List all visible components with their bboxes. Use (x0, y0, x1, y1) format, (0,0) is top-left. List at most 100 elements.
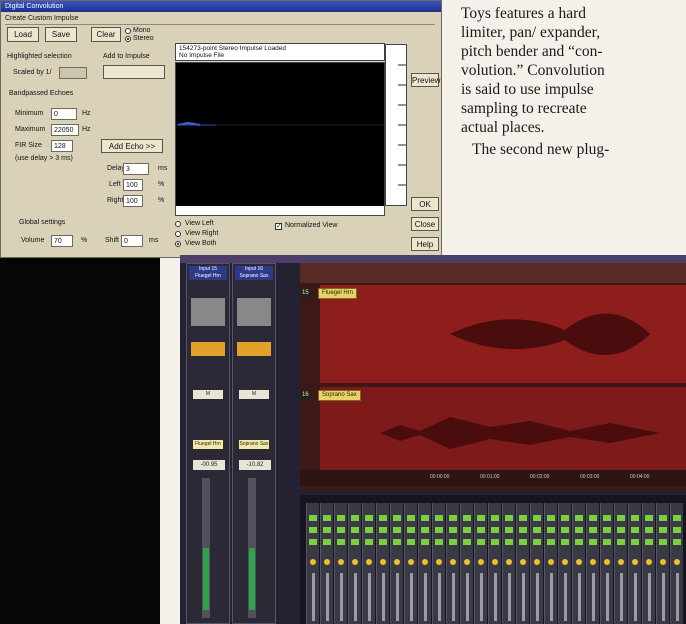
channel-fader[interactable] (564, 573, 567, 621)
mixer-channel[interactable] (502, 503, 515, 624)
channel-fader[interactable] (494, 573, 497, 621)
volume-field[interactable]: 70 (51, 235, 73, 247)
pan-knob-icon[interactable] (191, 298, 225, 326)
delay-field[interactable]: 3 (123, 163, 149, 175)
mixer-channel[interactable] (656, 503, 669, 624)
mixer-channel[interactable] (558, 503, 571, 624)
mixer-channel[interactable] (642, 503, 655, 624)
mixer-channel[interactable] (460, 503, 473, 624)
minimum-field[interactable]: 0 (51, 108, 77, 120)
mixer-channel[interactable] (390, 503, 403, 624)
mixer-channel[interactable] (488, 503, 501, 624)
mixer-channel[interactable] (530, 503, 543, 624)
mixer-channel[interactable] (432, 503, 445, 624)
insert-slot[interactable]: Fluegel Hrn (193, 440, 223, 449)
normalized-view-checkbox[interactable]: ✓ (275, 223, 282, 230)
stereo-radio[interactable] (125, 36, 131, 42)
channel-fader[interactable] (648, 573, 651, 621)
channel-fader[interactable] (202, 478, 210, 618)
mixer-channel[interactable] (586, 503, 599, 624)
pan-knob-icon[interactable] (520, 559, 526, 565)
channel-fader[interactable] (312, 573, 315, 621)
help-button[interactable]: Help (411, 237, 439, 251)
channel-fader[interactable] (248, 478, 256, 618)
pan-knob-icon[interactable] (310, 559, 316, 565)
channel-fader[interactable] (466, 573, 469, 621)
add-selection-button[interactable] (103, 65, 165, 79)
pan-knob-icon[interactable] (590, 559, 596, 565)
mixer-channel[interactable] (572, 503, 585, 624)
channel-fader[interactable] (662, 573, 665, 621)
mixer-channel[interactable] (362, 503, 375, 624)
add-echo-button[interactable]: Add Echo >> (101, 139, 163, 153)
mixer-channel[interactable] (404, 503, 417, 624)
pan-knob-icon[interactable] (492, 559, 498, 565)
channel-fader[interactable] (396, 573, 399, 621)
track-16-label[interactable]: Soprano Sax (318, 390, 361, 401)
channel-fader[interactable] (326, 573, 329, 621)
channel-fader[interactable] (508, 573, 511, 621)
left-field[interactable]: 100 (123, 179, 143, 191)
channel-fader[interactable] (438, 573, 441, 621)
insert-slot[interactable]: Soprano Sax (239, 440, 269, 449)
mono-radio[interactable] (125, 28, 131, 34)
track-15-label[interactable]: Fluegel Hrn (318, 288, 358, 299)
channel-fader[interactable] (620, 573, 623, 621)
pan-knob-icon[interactable] (324, 559, 330, 565)
mixer-channel[interactable] (628, 503, 641, 624)
scaled-by-field[interactable] (59, 67, 87, 79)
load-button[interactable]: Load (7, 27, 39, 42)
channel-fader[interactable] (340, 573, 343, 621)
channel-fader[interactable] (536, 573, 539, 621)
pan-knob-icon[interactable] (450, 559, 456, 565)
impulse-waveform-display[interactable] (175, 62, 385, 207)
pan-knob-icon[interactable] (632, 559, 638, 565)
pan-knob-icon[interactable] (408, 559, 414, 565)
mixer-channel[interactable] (544, 503, 557, 624)
pan-knob-icon[interactable] (380, 559, 386, 565)
channel-fader[interactable] (410, 573, 413, 621)
pan-knob-icon[interactable] (618, 559, 624, 565)
pan-knob-icon[interactable] (674, 559, 680, 565)
close-button[interactable]: Close (411, 217, 439, 231)
shift-field[interactable]: 0 (121, 235, 143, 247)
pan-knob-icon[interactable] (506, 559, 512, 565)
channel-fader[interactable] (480, 573, 483, 621)
pan-knob-icon[interactable] (562, 559, 568, 565)
channel-fader[interactable] (368, 573, 371, 621)
mute-button[interactable]: M (193, 390, 223, 399)
channel-fader[interactable] (592, 573, 595, 621)
pan-knob-icon[interactable] (366, 559, 372, 565)
create-custom-impulse-tab[interactable]: Create Custom Impulse (5, 15, 79, 22)
channel-fader[interactable] (522, 573, 525, 621)
dialog-title-bar[interactable]: Digital Convolution (1, 1, 441, 12)
mixer-channel[interactable] (306, 503, 319, 624)
mixer-channel[interactable] (348, 503, 361, 624)
fir-size-field[interactable]: 128 (51, 140, 73, 152)
view-right-radio[interactable] (175, 231, 181, 237)
mixer-channel[interactable] (670, 503, 683, 624)
channel-fader[interactable] (676, 573, 679, 621)
mixer-channel[interactable] (474, 503, 487, 624)
pan-knob-icon[interactable] (338, 559, 344, 565)
mixer-channel[interactable] (334, 503, 347, 624)
channel-fader[interactable] (606, 573, 609, 621)
track-16-lane[interactable] (320, 387, 686, 479)
right-field[interactable]: 100 (123, 195, 143, 207)
pan-knob-icon[interactable] (548, 559, 554, 565)
track-15-lane[interactable] (320, 285, 686, 383)
pan-knob-icon[interactable] (534, 559, 540, 565)
pan-knob-icon[interactable] (464, 559, 470, 565)
pan-knob-icon[interactable] (422, 559, 428, 565)
view-both-radio[interactable] (175, 241, 181, 247)
pan-knob-icon[interactable] (646, 559, 652, 565)
channel-fader[interactable] (382, 573, 385, 621)
pan-knob-icon[interactable] (436, 559, 442, 565)
mixer-channel[interactable] (376, 503, 389, 624)
mute-button[interactable]: M (239, 390, 269, 399)
channel-fader[interactable] (424, 573, 427, 621)
pan-knob-icon[interactable] (478, 559, 484, 565)
ok-button[interactable]: OK (411, 197, 439, 211)
channel-fader[interactable] (452, 573, 455, 621)
channel-fader[interactable] (634, 573, 637, 621)
